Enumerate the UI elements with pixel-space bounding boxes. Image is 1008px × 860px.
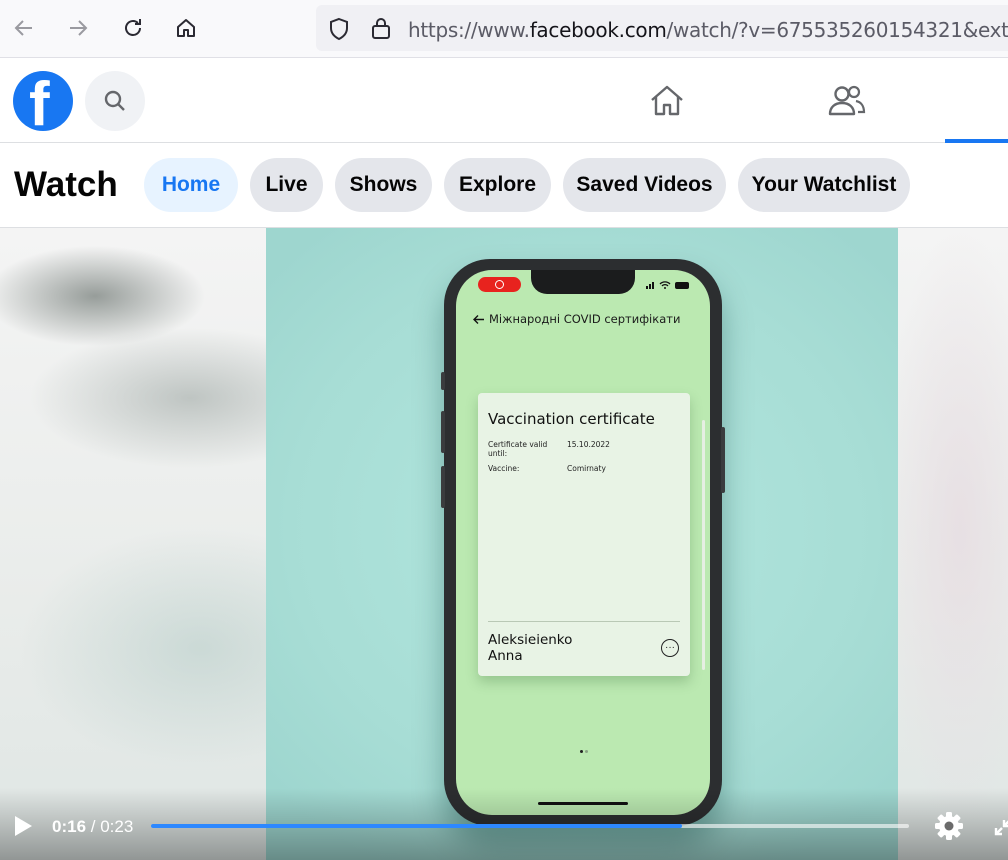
vaccine-value: Comirnaty xyxy=(567,464,606,473)
certificate-holder-name: Aleksieienko Anna xyxy=(488,632,573,664)
search-button[interactable] xyxy=(85,71,145,131)
play-button[interactable] xyxy=(11,814,35,838)
arrow-left-icon xyxy=(473,315,484,324)
watch-navigation: Watch Home Live Shows Explore Saved Vide… xyxy=(0,143,1008,228)
tab-saved-videos[interactable]: Saved Videos xyxy=(563,158,726,212)
certificate-valid-value: 15.10.2022 xyxy=(567,440,610,449)
home-button[interactable] xyxy=(170,12,202,44)
nav-friends[interactable] xyxy=(822,77,870,125)
phone-side-button xyxy=(441,372,445,390)
certificate-valid-label: Certificate valid until: xyxy=(488,440,548,458)
forward-button[interactable] xyxy=(62,12,94,44)
tab-live[interactable]: Live xyxy=(250,158,323,212)
tab-your-watchlist[interactable]: Your Watchlist xyxy=(738,158,910,212)
tab-home[interactable]: Home xyxy=(144,158,238,212)
video-player[interactable]: Міжнародні COVID сертифікати Vaccination… xyxy=(0,228,1008,860)
more-options-icon: ··· xyxy=(661,639,679,657)
signal-wifi-battery-icon xyxy=(646,281,689,289)
vaccination-certificate-card: Vaccination certificate Certificate vali… xyxy=(478,393,690,676)
screen-title: Міжнародні COVID сертифікати xyxy=(472,312,680,326)
friends-icon xyxy=(828,85,866,116)
phone-notch xyxy=(531,270,635,294)
home-icon xyxy=(651,85,683,116)
facebook-header: f xyxy=(0,59,1008,143)
certificate-title: Vaccination certificate xyxy=(488,410,655,428)
phone-image: Міжнародні COVID сертифікати Vaccination… xyxy=(441,259,725,826)
gear-icon xyxy=(935,812,963,840)
vaccine-label: Vaccine: xyxy=(488,464,520,473)
reload-button[interactable] xyxy=(117,12,149,44)
back-button[interactable] xyxy=(8,12,40,44)
fullscreen-button[interactable] xyxy=(992,816,1008,838)
recording-indicator-icon xyxy=(478,277,521,292)
home-icon xyxy=(177,19,195,37)
progress-bar[interactable] xyxy=(151,824,909,828)
certificate-divider xyxy=(488,621,680,622)
status-bar-icons xyxy=(646,280,692,292)
reload-icon xyxy=(125,19,141,36)
phone-side-button xyxy=(441,466,445,508)
phone-screen: Міжнародні COVID сертифікати Vaccination… xyxy=(456,270,710,815)
lock-icon xyxy=(372,18,390,39)
browser-toolbar: https://www.facebook.com/watch/?v=675535… xyxy=(0,0,1008,58)
scroll-indicator xyxy=(702,420,705,670)
tab-explore[interactable]: Explore xyxy=(444,158,551,212)
page-dots xyxy=(580,740,590,758)
phone-side-button xyxy=(441,411,445,453)
arrow-left-icon xyxy=(14,20,32,36)
shield-icon xyxy=(330,17,348,41)
minimize-icon xyxy=(994,820,1008,836)
time-display: 0:16 / 0:23 xyxy=(52,817,134,836)
address-bar[interactable]: https://www.facebook.com/watch/?v=675535… xyxy=(316,5,1008,51)
arrow-right-icon xyxy=(70,20,88,36)
settings-button[interactable] xyxy=(933,810,965,842)
play-icon xyxy=(15,816,32,836)
nav-home[interactable] xyxy=(643,77,691,125)
page-title: Watch xyxy=(14,165,118,204)
phone-side-button xyxy=(721,427,725,493)
progress-fill xyxy=(151,824,682,828)
facebook-logo[interactable]: f xyxy=(13,71,73,131)
url-text: https://www.facebook.com/watch/?v=675535… xyxy=(408,18,1008,42)
tab-shows[interactable]: Shows xyxy=(335,158,432,212)
search-icon xyxy=(104,90,125,111)
